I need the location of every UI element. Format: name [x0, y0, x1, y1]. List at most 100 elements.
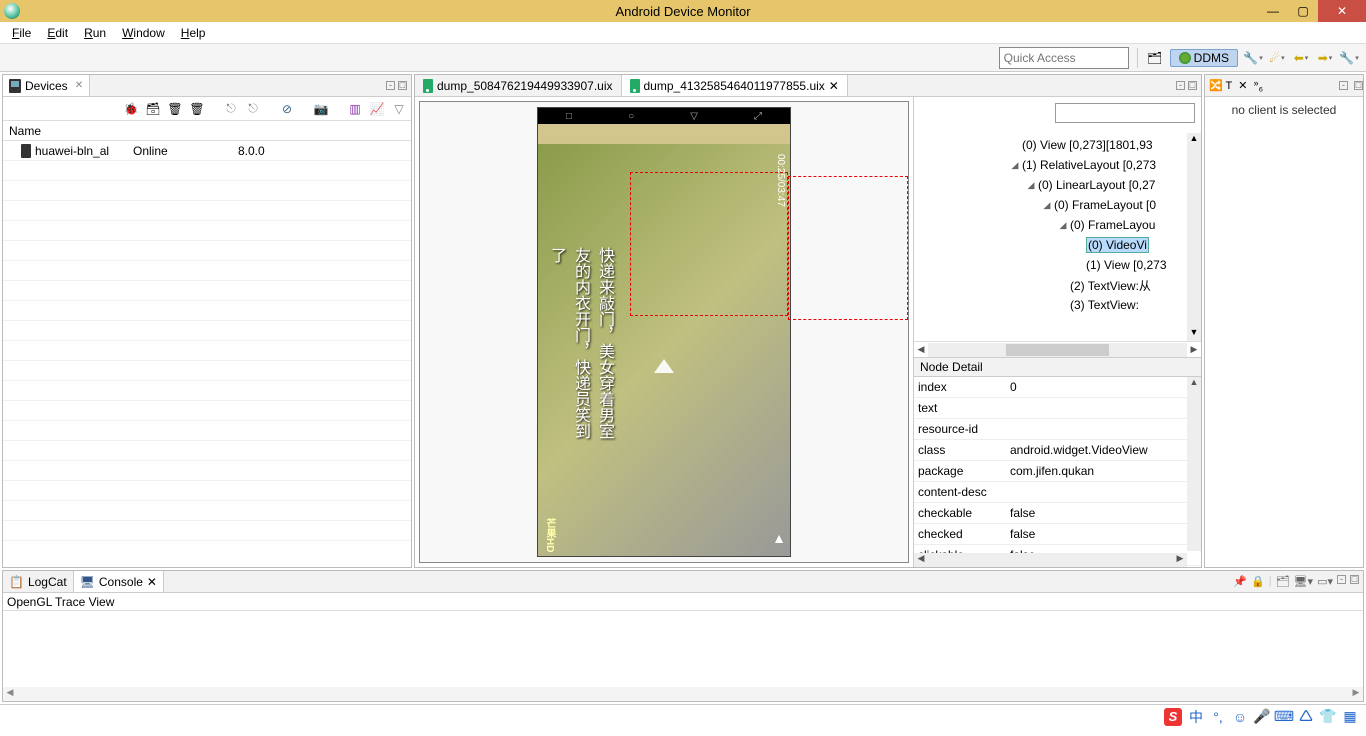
threads-pane: 🔀 T ✕ »₆ - □ no client is selected: [1204, 74, 1364, 568]
device-icon: [9, 79, 21, 93]
phone-icon: [21, 144, 31, 158]
ddms-perspective-button[interactable]: DDMS: [1170, 49, 1238, 67]
forward-button[interactable]: ➡▾: [1316, 49, 1334, 67]
ime-tool-icon[interactable]: 👕: [1320, 709, 1336, 725]
sogou-ime-icon[interactable]: S: [1164, 708, 1182, 726]
dump-hprof-icon[interactable]: 🗑: [167, 101, 183, 117]
maximize-view-button[interactable]: □: [1354, 81, 1363, 90]
console-tab[interactable]: 🖥Console✕: [74, 571, 164, 592]
device-screenshot-area[interactable]: □○▽⤢ 快递来敲门，美女穿着男室友的内衣开门，快递员笑到了 00:25/03:…: [419, 101, 909, 563]
debug-icon[interactable]: 🐞: [123, 101, 139, 117]
start-method-trace-icon[interactable]: ⎋: [245, 101, 261, 117]
devices-pane: Devices ✕ - □ 🐞 🗃 🗑 🗑 ⎋ ⎋ ⊘ 📷 ▥ 📈 ▽: [2, 74, 412, 568]
console-select-icon[interactable]: 🖥▾: [1294, 575, 1314, 588]
close-icon[interactable]: ✕: [75, 80, 83, 91]
stop-process-icon[interactable]: ⊘: [279, 101, 295, 117]
scrollbar-horizontal[interactable]: ◀▶: [3, 687, 1363, 701]
scrollbar-vertical[interactable]: ▲ ▼: [1187, 133, 1201, 341]
tree-search-input[interactable]: [1055, 103, 1195, 123]
hierarchy-tree[interactable]: (0) View [0,273][1801,93 ◢(1) RelativeLa…: [914, 133, 1201, 341]
minimize-view-button[interactable]: -: [1337, 575, 1346, 588]
editor-tab-dump1[interactable]: dump_5084762194499339​07.uix: [415, 75, 622, 96]
play-overlay-icon: [654, 359, 674, 373]
system-tray: S 中 °, ☺ 🎤 ⌨ 🛆 👕 ▦: [0, 704, 1366, 728]
main-toolbar: 🗂 DDMS 🔧▾ ☄▾ ⬅▾ ➡▾ 🔧▾: [0, 44, 1366, 72]
devices-toolbar: 🐞 🗃 🗑 🗑 ⎋ ⎋ ⊘ 📷 ▥ 📈 ▽: [3, 97, 411, 121]
ime-lang-icon[interactable]: 中: [1188, 709, 1204, 725]
selection-highlight: [630, 172, 788, 316]
menu-run[interactable]: Run: [76, 24, 114, 42]
window-controls: — ▢ ✕: [1258, 0, 1366, 22]
close-icon[interactable]: ✕: [829, 79, 839, 93]
threads-tab-icon[interactable]: 🔀 T: [1209, 79, 1232, 92]
cause-gc-icon[interactable]: 🗑: [189, 101, 205, 117]
tools-button[interactable]: 🔧▾: [1340, 49, 1358, 67]
play-icon: ▲: [772, 530, 786, 546]
close-button[interactable]: ✕: [1318, 0, 1366, 22]
close-icon[interactable]: ✕: [147, 575, 157, 589]
scrollbar-vertical[interactable]: ▲: [1187, 377, 1201, 551]
new-window-button[interactable]: ☄▾: [1268, 49, 1286, 67]
tree-scrollbar-horizontal[interactable]: ◀▶: [914, 341, 1201, 357]
status-bar: □○▽⤢: [538, 108, 790, 124]
node-detail-table: index0 text resource-id classandroid.wid…: [914, 377, 1201, 567]
devices-pane-tabrow: Devices ✕ - □: [3, 75, 411, 97]
ime-settings-icon[interactable]: ▦: [1342, 709, 1358, 725]
ime-keyboard-icon[interactable]: ⌨: [1276, 709, 1292, 725]
menu-help[interactable]: Help: [173, 24, 214, 42]
threads-tab2-icon[interactable]: ✕: [1238, 79, 1247, 92]
hd-badge: 芒果HD: [542, 518, 557, 552]
bottom-tabrow: 📋LogCat 🖥Console✕ 📌 🔒 | 🗂 🖥▾ ▭▾ - □: [3, 571, 1363, 593]
editor-tab-dump2[interactable]: dump_4132585464011977​855.uix ✕: [622, 75, 848, 96]
uix-icon: [423, 79, 433, 93]
hierarchy-area: (0) View [0,273][1801,93 ◢(1) RelativeLa…: [913, 97, 1201, 567]
minimize-view-button[interactable]: -: [1339, 81, 1348, 90]
screen-capture-icon[interactable]: 📷: [313, 101, 329, 117]
logcat-tab[interactable]: 📋LogCat: [3, 571, 74, 592]
hierarchy-button[interactable]: 🔧▾: [1244, 49, 1262, 67]
collapse-icon[interactable]: ◢: [1026, 180, 1036, 191]
minimize-view-button[interactable]: -: [386, 81, 395, 90]
open-perspective-button[interactable]: 🗂: [1146, 49, 1164, 67]
scrollbar-horizontal[interactable]: ◀▶: [914, 553, 1187, 567]
console-body[interactable]: ◀▶: [3, 611, 1363, 701]
layout-inspector-icon[interactable]: ▥: [347, 101, 363, 117]
editor-pane: dump_5084762194499339​07.uix dump_413258…: [414, 74, 1202, 568]
maximize-view-button[interactable]: □: [398, 81, 407, 90]
node-detail-header: Node Detail: [914, 357, 1201, 377]
device-screenshot: □○▽⤢ 快递来敲门，美女穿着男室友的内衣开门，快递员笑到了 00:25/03:…: [537, 107, 791, 557]
ime-mic-icon[interactable]: 🎤: [1254, 709, 1270, 725]
maximize-button[interactable]: ▢: [1288, 0, 1318, 22]
menu-edit[interactable]: Edit: [39, 24, 76, 42]
ime-emoji-icon[interactable]: ☺: [1232, 709, 1248, 725]
back-button[interactable]: ⬅▾: [1292, 49, 1310, 67]
collapse-icon[interactable]: ◢: [1042, 200, 1052, 211]
systrace-icon[interactable]: 📈: [369, 101, 385, 117]
update-heap-icon[interactable]: 🗃: [145, 101, 161, 117]
logcat-icon: 📋: [9, 575, 24, 589]
threads-tab3-icon[interactable]: »₆: [1254, 78, 1264, 94]
collapse-icon[interactable]: ◢: [1010, 160, 1020, 171]
clear-icon[interactable]: ▭▾: [1317, 575, 1333, 588]
video-subtitle: 快递来敲门，美女穿着男室友的内衣开门，快递员笑到了: [544, 247, 616, 453]
menu-window[interactable]: Window: [114, 24, 173, 42]
device-row[interactable]: huawei-bln_al Online 8.0.0: [3, 141, 411, 161]
titlebar: Android Device Monitor — ▢ ✕: [0, 0, 1366, 22]
view-menu-icon[interactable]: ▽: [391, 101, 407, 117]
ime-punct-icon[interactable]: °,: [1210, 709, 1226, 725]
minimize-view-button[interactable]: -: [1176, 81, 1185, 90]
quick-access-input[interactable]: [999, 47, 1129, 69]
thread-icon[interactable]: ⎋: [223, 101, 239, 117]
minimize-button[interactable]: —: [1258, 0, 1288, 22]
maximize-view-button[interactable]: □: [1188, 81, 1197, 90]
maximize-view-button[interactable]: □: [1350, 575, 1359, 588]
menu-file[interactable]: File: [4, 24, 39, 42]
pin-icon[interactable]: 📌: [1233, 575, 1247, 588]
display-icon[interactable]: 🗂: [1276, 575, 1290, 588]
collapse-icon[interactable]: ◢: [1058, 220, 1068, 231]
lock-icon[interactable]: 🔒: [1251, 575, 1265, 588]
devices-tab[interactable]: Devices ✕: [3, 75, 90, 96]
ime-skin-icon[interactable]: 🛆: [1298, 709, 1314, 725]
devices-header: Name: [3, 121, 411, 141]
tree-item-selected[interactable]: (0) VideoVi: [914, 235, 1201, 255]
